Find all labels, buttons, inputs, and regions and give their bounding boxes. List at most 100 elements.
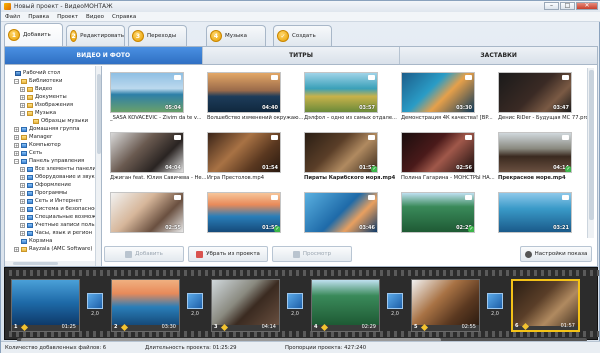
timeline-clip[interactable]: 3 04:14 [211,279,280,332]
add-button[interactable]: Добавить [104,246,184,262]
media-tile[interactable]: 02:56 Полина Гагарина - МОНСТРЫ НА... [401,132,497,181]
tree-item[interactable]: − Панель управления [5,157,101,165]
maximize-button[interactable]: □ [560,2,575,10]
timeline-clip[interactable]: 5 02:55 [411,279,480,332]
expand-icon[interactable]: + [14,150,19,156]
menu-edit[interactable]: Правка [28,14,49,20]
edit-pencil-icon[interactable] [320,323,329,331]
tree-hscrollbar[interactable] [5,261,95,266]
collapse-icon[interactable]: − [14,158,19,164]
expand-icon[interactable]: + [20,222,25,228]
tree-item[interactable]: + Домашняя группа [5,125,101,133]
media-thumbnail[interactable]: 03:57 [304,72,378,113]
tree-item[interactable]: + Все элементы панели [5,165,101,173]
transition-slot[interactable]: 2,0 [481,290,509,320]
media-thumbnail[interactable]: 03:30 [401,72,475,113]
tree-item[interactable]: + Программы [5,189,101,197]
menu-video[interactable]: Видео [86,14,104,20]
expand-icon[interactable]: + [14,126,19,132]
menu-project[interactable]: Проект [57,14,78,20]
edit-pencil-icon[interactable] [420,323,429,331]
media-thumbnail[interactable]: 01:57 ✓ [304,132,378,173]
media-tile[interactable]: 03:21 [498,192,594,235]
media-tile[interactable]: 03:46 [304,192,400,235]
media-tile[interactable]: 01:57 ✓ Пираты Карибского моря.mp4 [304,132,400,181]
media-thumbnail[interactable]: 01:50 ✓ [207,192,281,233]
expand-icon[interactable]: + [20,198,25,204]
edit-pencil-icon[interactable] [20,323,29,331]
media-tile[interactable]: 04:04 Джиган feat. Юлия Савичева - Не... [110,132,206,181]
remove-from-project-button[interactable]: Убрать из проекта [188,246,268,262]
tree-item[interactable]: + Оформление [5,181,101,189]
expand-icon[interactable]: + [20,190,25,196]
step-music[interactable]: 4 Музыка [206,25,266,46]
media-tile[interactable]: 04:14 ✓ Прекрасное море.mp4 [498,132,594,181]
tab-titles[interactable]: ТИТРЫ [203,47,401,64]
tree-item[interactable]: − Музыка [5,109,101,117]
tree-item[interactable]: + Часы, язык и регион [5,229,101,237]
minimize-button[interactable]: – [544,2,559,10]
edit-pencil-icon[interactable] [120,323,129,331]
expand-icon[interactable]: + [20,230,25,236]
tree-item[interactable]: + Оборудование и звук [5,173,101,181]
collapse-icon[interactable]: − [14,78,19,84]
close-button[interactable]: ✕ [576,2,598,10]
media-thumbnail[interactable]: 02:29 ✓ [401,192,475,233]
preview-button[interactable]: Просмотр [272,246,352,262]
media-tile[interactable]: 02:29 ✓ [401,192,497,235]
expand-icon[interactable]: + [14,246,19,252]
collapse-icon[interactable]: − [20,110,25,116]
tree-item[interactable]: + Документы [5,93,101,101]
step-edit[interactable]: 2 Редактировать [66,25,125,46]
expand-icon[interactable]: + [20,94,25,100]
tree-item[interactable]: + Изображения [5,101,101,109]
tree-scrollbar[interactable] [95,66,101,266]
media-thumbnail[interactable]: 03:21 [498,192,572,233]
timeline-clip[interactable]: 2 03:30 [111,279,180,332]
transition-slot[interactable]: 2,0 [181,290,209,320]
tree-item[interactable]: + Компьютер [5,141,101,149]
timeline-clip[interactable]: 4 02:29 [311,279,380,332]
timeline-clip[interactable]: 6 01:57 [511,279,580,332]
tree-item[interactable]: Корзина [5,237,101,245]
media-thumbnail[interactable]: 02:56 [401,132,475,173]
tree-item[interactable]: + Учетные записи пользователей [5,221,101,229]
transition-slot[interactable]: 2,0 [81,290,109,320]
edit-pencil-icon[interactable] [220,323,229,331]
media-tile[interactable]: 05:04 _SASA KOVACEVIC - Zivim da te v... [110,72,206,121]
timeline-clip[interactable]: 1 01:25 [11,279,80,332]
media-tile[interactable]: 01:50 ✓ [207,192,303,235]
tree-item[interactable]: + Сеть [5,149,101,157]
menu-file[interactable]: Файл [5,14,20,20]
grid-scrollbar[interactable] [587,68,594,238]
tree-item[interactable]: + Сеть и Интернет [5,197,101,205]
expand-icon[interactable]: + [20,86,25,92]
expand-icon[interactable]: + [20,206,25,212]
transition-slot[interactable]: 2,0 [281,290,309,320]
expand-icon[interactable]: + [20,182,25,188]
media-tile[interactable]: 03:57 Дэлфол – одно из самых отдале... [304,72,400,121]
media-tile[interactable]: 04:40 Волшебство изменений окружаю... [207,72,303,121]
display-settings-button[interactable]: Настройки показа [520,246,592,262]
media-thumbnail[interactable]: 01:54 [207,132,281,173]
expand-icon[interactable]: + [20,174,25,180]
expand-icon[interactable]: + [20,102,25,108]
media-tile[interactable]: 02:55 [110,192,206,235]
tab-video-photo[interactable]: ВИДЕО И ФОТО [5,47,203,64]
tree-item[interactable]: − Библиотеки [5,77,101,85]
tab-intros[interactable]: ЗАСТАВКИ [400,47,597,64]
media-thumbnail[interactable]: 04:14 ✓ [498,132,572,173]
tree-item[interactable]: + Manager [5,133,101,141]
tree-item[interactable]: Образцы музыки [5,117,101,125]
media-thumbnail[interactable]: 04:04 [110,132,184,173]
step-transitions[interactable]: 3 Переходы [128,25,187,46]
tree-item[interactable]: + Специальные возможности [5,213,101,221]
step-create[interactable]: ✓ Создать [273,25,332,46]
tree-item[interactable]: Рабочий стол [5,69,101,77]
media-tile[interactable]: 03:30 Демонстрация 4К качества! [BP... [401,72,497,121]
media-thumbnail[interactable]: 03:46 [304,192,378,233]
step-add[interactable]: 1 Добавить [4,23,63,46]
tree-item[interactable]: + Rayzala (АМС Software) [5,245,101,253]
media-thumbnail[interactable]: 05:04 [110,72,184,113]
media-tile[interactable]: 03:47 Денис RiDer - Будущая МС 77.pro... [498,72,594,121]
